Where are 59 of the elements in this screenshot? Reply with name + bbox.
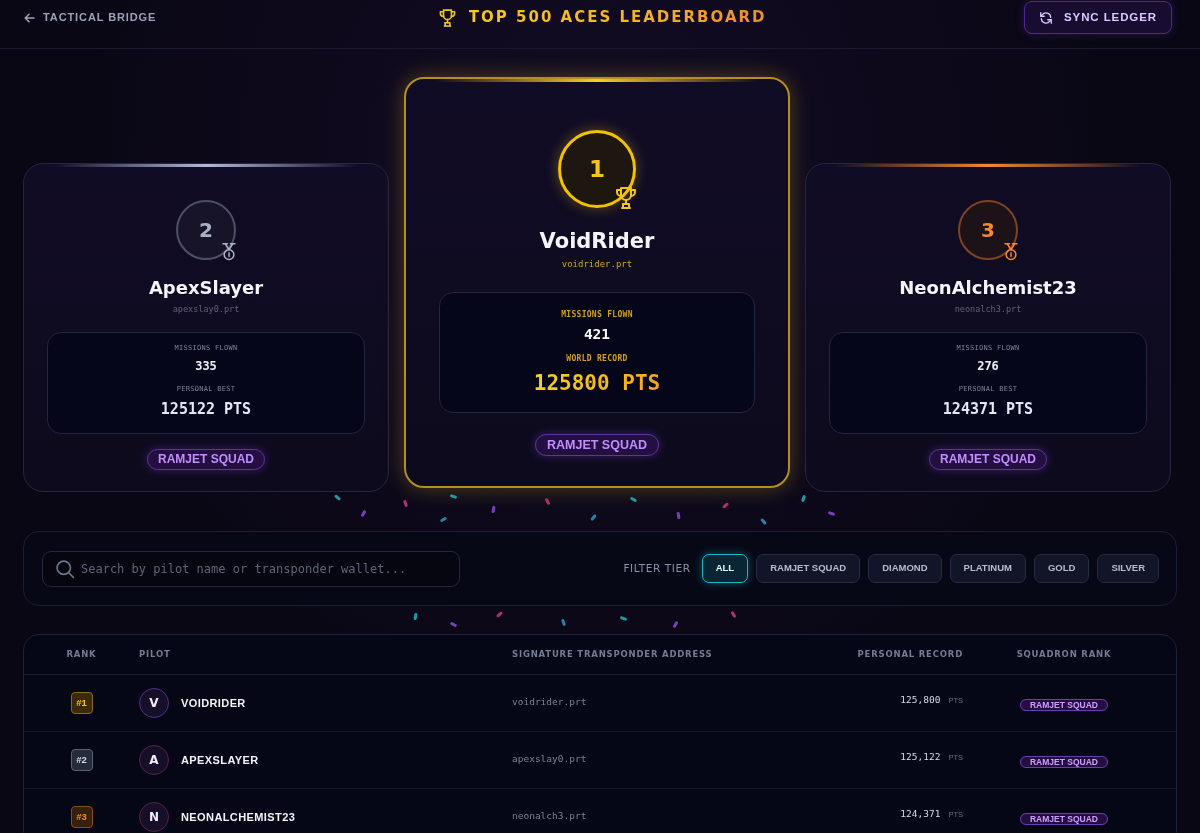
record-value: 125,122 [900,749,941,764]
rank-badge: #2 [70,749,93,771]
refresh-icon [1039,10,1053,25]
trophy-icon [614,186,638,210]
wallet-address: voidrider.prt [512,696,587,707]
stat-label: WORLD RECORD [565,354,629,364]
pilot-handle: voidrider.prt [560,258,634,270]
rank-medallion: 1 [558,130,636,208]
pilot-name: VoidRider [538,228,656,254]
squad-badge: RAMJET SQUAD [535,434,659,456]
tier-filter-button[interactable]: SILVER [1097,554,1159,583]
column-header: PERSONAL RECORD [857,648,963,661]
pilot-name: VOIDRIDER [181,695,246,711]
wallet-address: apexslay0.prt [512,753,587,764]
column-header: SIGNATURE TRANSPONDER ADDRESS [512,648,713,661]
medal-icon [1002,242,1020,262]
stat-value: 124371 PTS [941,399,1035,419]
stat-value: 421 [582,325,612,343]
tier-filter-button[interactable]: GOLD [1033,554,1090,583]
sync-button[interactable]: SYNC LEDGER [1024,1,1172,34]
column-header: PILOT [139,648,171,661]
pilot-name: APEXSLAYER [181,752,259,768]
search-icon [55,558,75,579]
stat-value: 125122 PTS [159,399,253,419]
squad-badge: RAMJET SQUAD [929,449,1047,470]
squad-badge: RAMJET SQUAD [147,449,265,470]
medal-icon [220,242,238,262]
pilot-name: NeonAlchemist23 [898,277,1078,299]
pilot-handle: neonalch3.prt [953,303,1023,315]
pilot-avatar: V [139,688,169,718]
trophy-icon [437,7,457,28]
record-value: 124,371 [900,806,941,821]
pilot-avatar: N [139,802,169,832]
rank-badge: #1 [70,692,93,714]
rank-badge: #3 [70,806,93,828]
squad-badge: RAMJET SQUAD [1020,699,1108,711]
tier-filter-button[interactable]: RAMJET SQUAD [756,554,861,583]
pilot-avatar: A [139,745,169,775]
pilot-name: ApexSlayer [147,277,265,299]
arrow-left-icon [24,12,35,23]
filter-label: FILTER TIER [623,560,691,576]
search-field[interactable]: Search by pilot name or transponder wallet... [42,550,460,587]
rank-medallion: 2 [176,200,236,260]
column-header: SQUADRON RANK [1016,648,1112,661]
column-header: RANK [66,648,97,661]
tier-filter-button[interactable]: DIAMOND [868,554,942,583]
wallet-address: neonalch3.prt [512,810,587,821]
stat-value: 335 [194,358,218,374]
stat-label: MISSIONS FLOWN [560,310,634,320]
stat-value: 276 [976,358,1000,374]
pilot-handle: apexslay0.prt [171,303,241,315]
record-value: 125,800 [900,692,941,707]
back-link[interactable]: TACTICAL BRIDGE [24,1,157,34]
squad-badge: RAMJET SQUAD [1020,756,1108,768]
rank-medallion: 3 [958,200,1018,260]
tier-filter-button[interactable]: ALL [701,554,749,583]
tier-filter-button[interactable]: PLATINUM [949,554,1026,583]
squad-badge: RAMJET SQUAD [1020,813,1108,825]
pilot-name: NEONALCHEMIST23 [181,809,296,825]
